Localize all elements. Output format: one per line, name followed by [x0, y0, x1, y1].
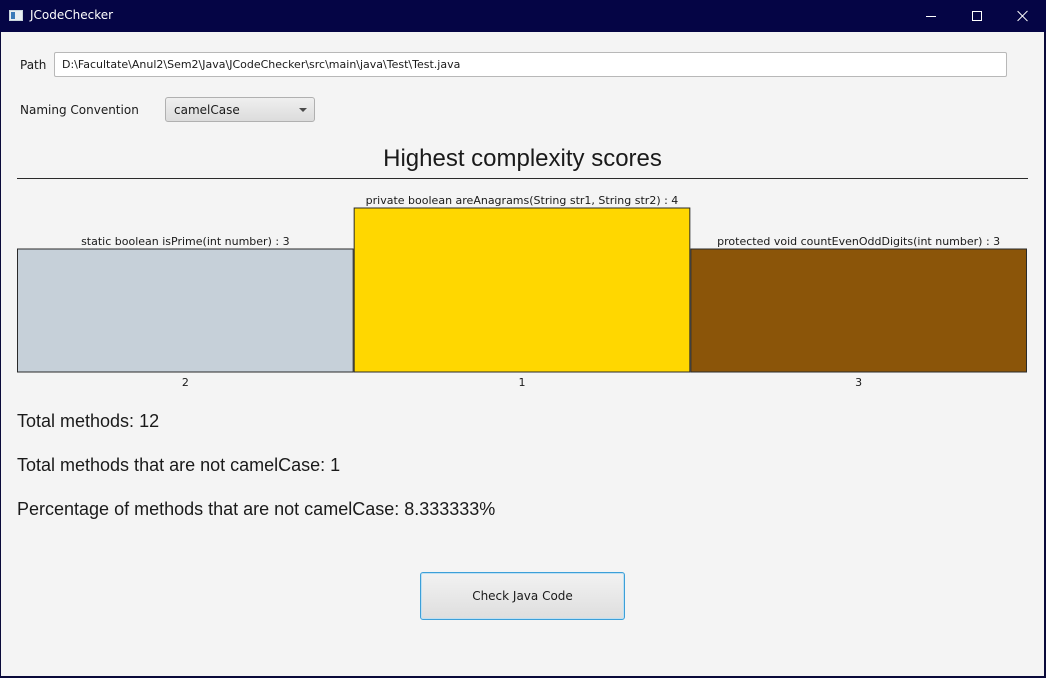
main-panel: Path D:\Facultate\Anul2\Sem2\Java\JCodeC…	[1, 32, 1044, 676]
close-button[interactable]	[1000, 0, 1046, 32]
total-methods-text: Total methods: 12	[17, 411, 160, 431]
maximize-button[interactable]	[954, 0, 1000, 32]
app-icon	[9, 10, 23, 21]
bar-label-1: private boolean areAnagrams(String str1,…	[366, 194, 679, 207]
bar-0	[17, 248, 354, 373]
maximize-icon	[972, 11, 982, 21]
non-convention-methods-text: Total methods that are not camelCase: 1	[17, 455, 341, 475]
complexity-bar-chart: static boolean isPrime(int number) : 3 2 p…	[17, 194, 1027, 389]
check-java-code-button[interactable]: Check Java Code	[420, 572, 625, 620]
window-title: JCodeChecker	[30, 8, 114, 22]
bar-label-0: static boolean isPrime(int number) : 3	[81, 235, 290, 248]
bar-1	[353, 207, 691, 373]
bar-label-2: protected void countEvenOddDigits(int nu…	[717, 235, 1000, 248]
minimize-button[interactable]	[908, 0, 954, 32]
title-bar: JCodeChecker	[0, 0, 1046, 32]
category-tick-2: 3	[855, 376, 862, 389]
close-icon	[1017, 10, 1029, 22]
category-tick-0: 2	[182, 376, 189, 389]
minimize-icon	[926, 15, 936, 17]
non-convention-percentage-text: Percentage of methods that are not camel…	[17, 499, 496, 519]
bar-2	[690, 248, 1027, 373]
category-tick-1: 1	[519, 376, 526, 389]
